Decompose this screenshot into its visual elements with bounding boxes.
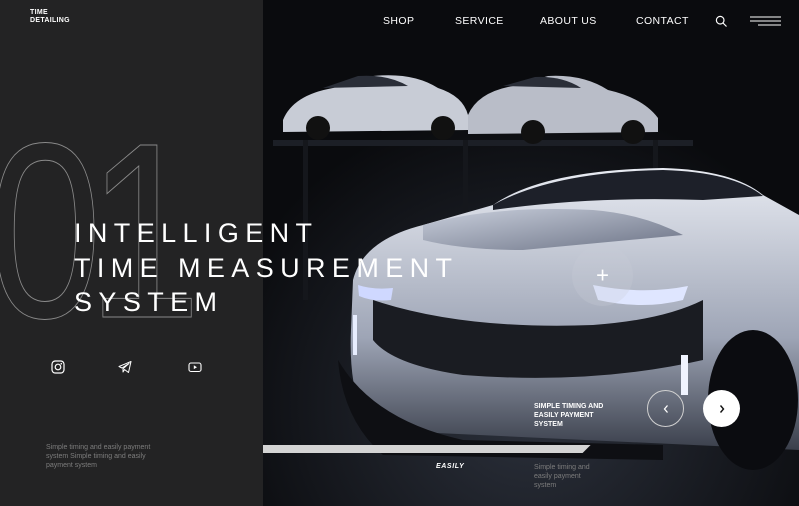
brand-line-2: DETAILING — [30, 17, 70, 24]
next-slide-button[interactable] — [703, 390, 740, 427]
nav-service[interactable]: SERVICE — [455, 15, 504, 27]
headline-line-2: TIME MEASUREMENT — [74, 252, 459, 283]
footer-right-text: Simple timing and easily payment system — [534, 464, 590, 489]
search-icon[interactable] — [715, 15, 728, 28]
nav-contact[interactable]: CONTACT — [636, 15, 689, 27]
chevron-right-icon — [719, 404, 724, 413]
instagram-icon[interactable] — [51, 360, 65, 374]
telegram-icon[interactable] — [118, 360, 132, 374]
brand-line-1: TIME — [30, 9, 48, 16]
youtube-icon[interactable] — [188, 360, 202, 374]
footer-left-text: Simple timing and easily payment system … — [46, 444, 151, 469]
chevron-left-icon — [663, 404, 668, 413]
nav-shop[interactable]: SHOP — [383, 15, 414, 27]
slide-caption: SIMPLE TIMING AND EASILY PAYMENT SYSTEM — [534, 403, 604, 428]
brand-logo[interactable]: TIME DETAILING — [30, 9, 70, 25]
tab-easily[interactable]: EASILY — [436, 463, 464, 470]
headline-line-1: INTELLIGENT — [74, 218, 319, 248]
previous-slide-button[interactable] — [647, 390, 684, 427]
slide-progress — [263, 440, 627, 453]
plus-icon: + — [596, 261, 609, 287]
nav-about-us[interactable]: ABOUT US — [540, 15, 597, 27]
hero-headline: INTELLIGENT TIME MEASUREMENT SYSTEM — [74, 216, 458, 320]
menu-icon[interactable] — [750, 16, 781, 26]
hotspot-plus-button[interactable]: + — [572, 245, 633, 306]
headline-line-3: SYSTEM — [74, 287, 224, 317]
